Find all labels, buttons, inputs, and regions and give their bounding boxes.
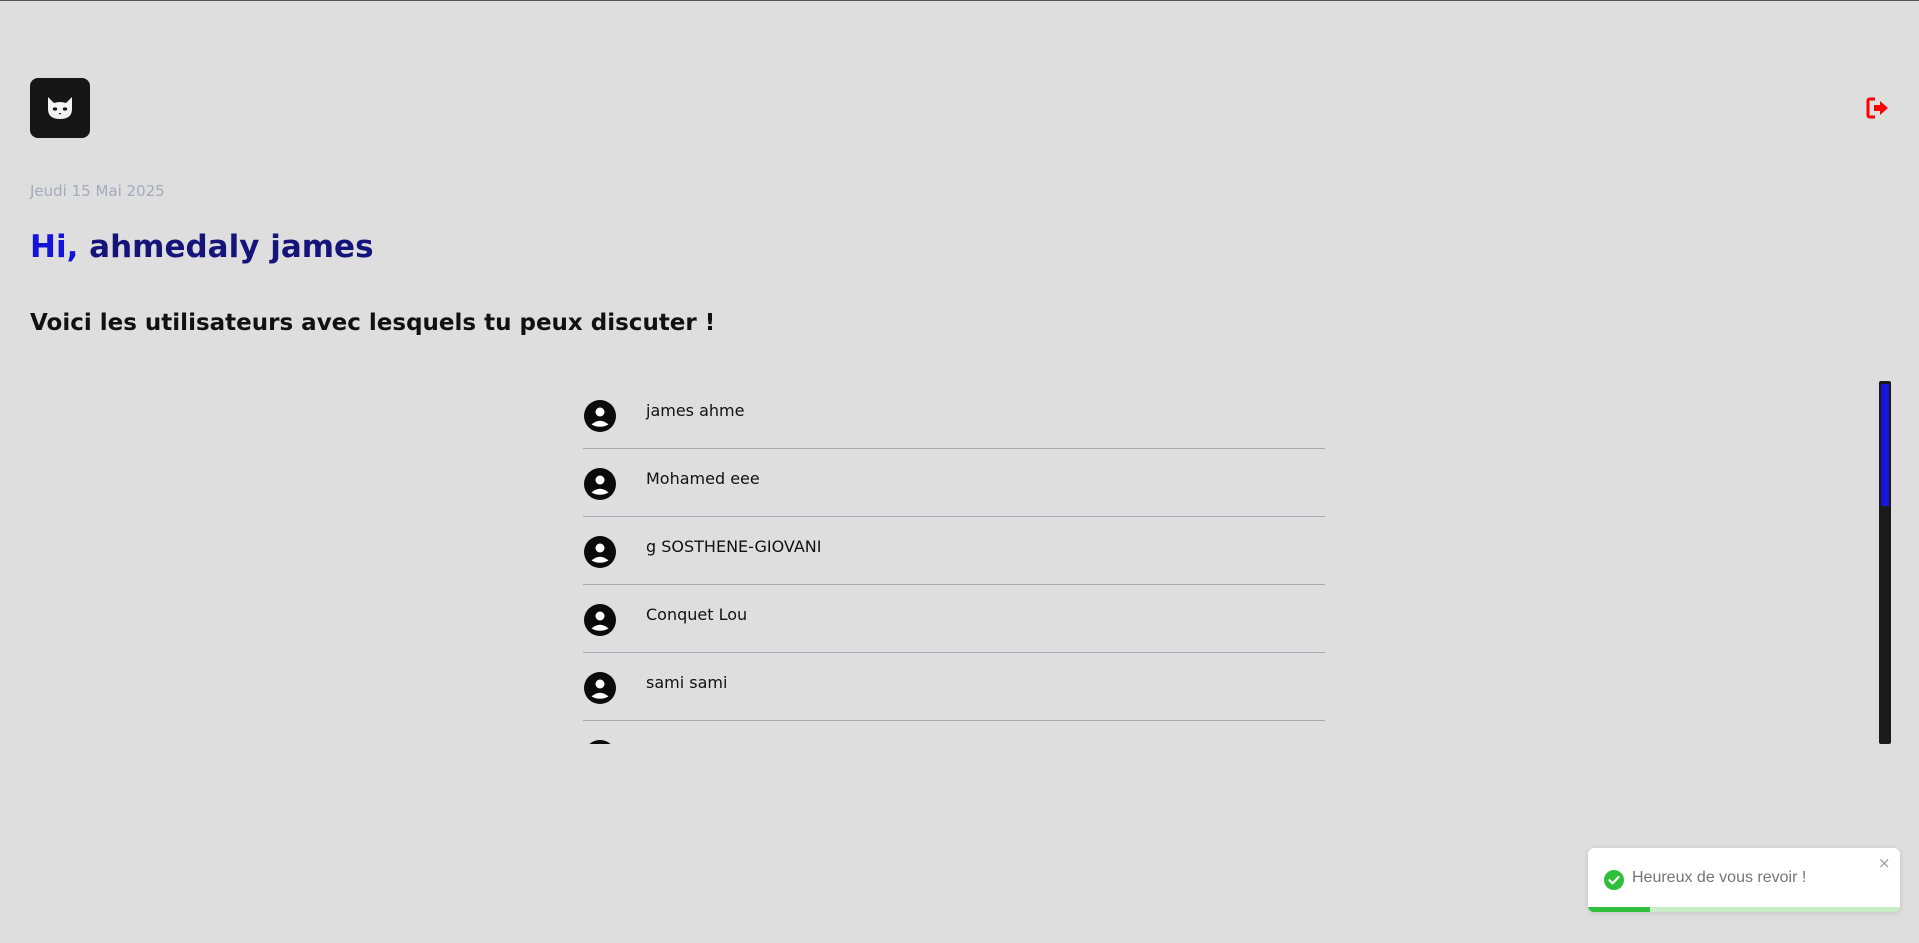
user-list[interactable]: james ahme Mohamed eee g SOSTHENE-GIOVAN… (583, 381, 1325, 744)
user-avatar-icon (589, 740, 611, 744)
user-list-item[interactable]: Mohamed eee (583, 449, 1325, 517)
check-circle-icon (1604, 870, 1624, 890)
user-name: Conquet Lou (646, 605, 748, 624)
user-list-item[interactable] (583, 721, 1325, 744)
toast-progress-track (1588, 907, 1900, 912)
user-list-item[interactable]: sami sami (583, 653, 1325, 721)
current-date: Jeudi 15 Mai 2025 (30, 182, 165, 200)
toast-notification: Heureux de vous revoir ! × (1588, 848, 1900, 912)
greeting-prefix: Hi, (30, 229, 79, 265)
user-name: james ahme (646, 401, 745, 420)
cat-face-icon (48, 97, 72, 119)
user-avatar-icon (584, 536, 616, 568)
greeting-user-name: ahmedaly james (89, 229, 374, 265)
greeting-heading: Hi, ahmedaly james (30, 229, 374, 265)
user-name: sami sami (646, 673, 728, 692)
toast-message: Heureux de vous revoir ! (1632, 869, 1807, 886)
close-icon[interactable]: × (1878, 854, 1891, 872)
app-logo[interactable] (30, 78, 90, 138)
users-subtitle: Voici les utilisateurs avec lesquels tu … (30, 310, 716, 336)
user-list-item[interactable]: Conquet Lou (583, 585, 1325, 653)
user-list-item[interactable]: james ahme (583, 381, 1325, 449)
scrollbar-thumb[interactable] (1881, 384, 1889, 506)
user-list-item[interactable]: g SOSTHENE-GIOVANI (583, 517, 1325, 585)
user-avatar-icon (584, 468, 616, 500)
user-name: g SOSTHENE-GIOVANI (646, 537, 822, 556)
user-avatar-icon (584, 400, 616, 432)
logout-icon (1866, 97, 1888, 119)
user-name: Mohamed eee (646, 469, 760, 488)
user-avatar-icon (584, 672, 616, 704)
toast-progress-bar (1588, 907, 1651, 912)
logout-button[interactable] (1865, 95, 1891, 121)
user-avatar-icon (584, 604, 616, 636)
